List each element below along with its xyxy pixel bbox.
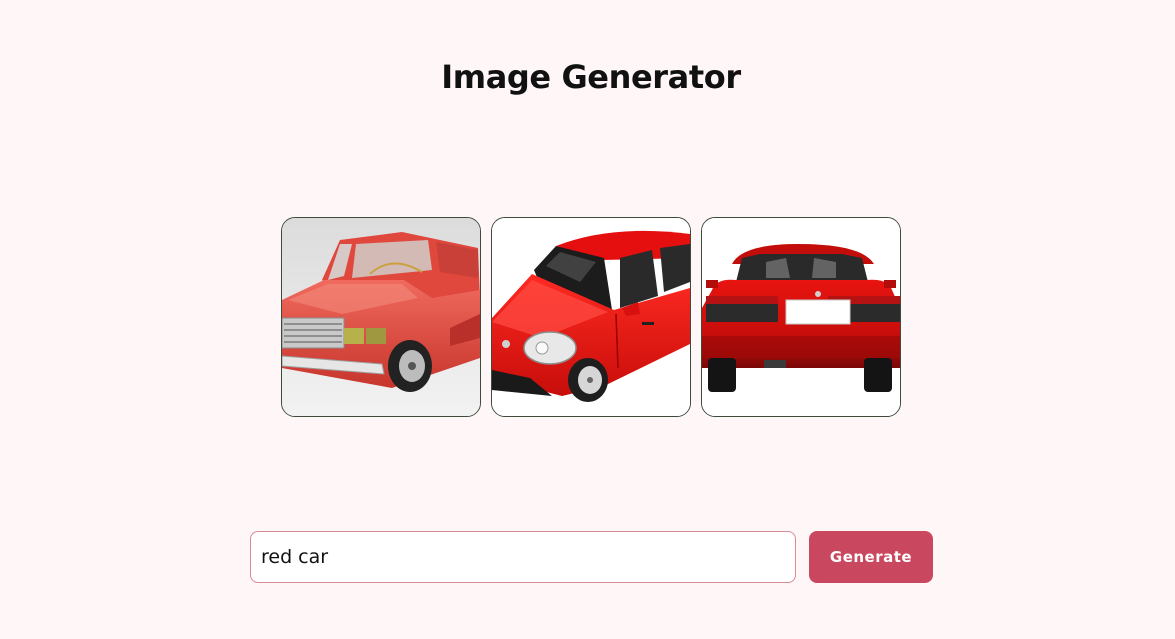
red-toy-car-image	[282, 218, 480, 416]
page-title: Image Generator	[441, 58, 741, 96]
image-gallery	[281, 217, 901, 417]
red-car-rear-image	[702, 218, 900, 416]
generated-image-2[interactable]	[491, 217, 691, 417]
generated-image-1[interactable]	[281, 217, 481, 417]
generate-button[interactable]: Generate	[809, 531, 933, 583]
generated-image-3[interactable]	[701, 217, 901, 417]
red-hatchback-image	[492, 218, 690, 416]
prompt-input[interactable]	[250, 531, 796, 583]
